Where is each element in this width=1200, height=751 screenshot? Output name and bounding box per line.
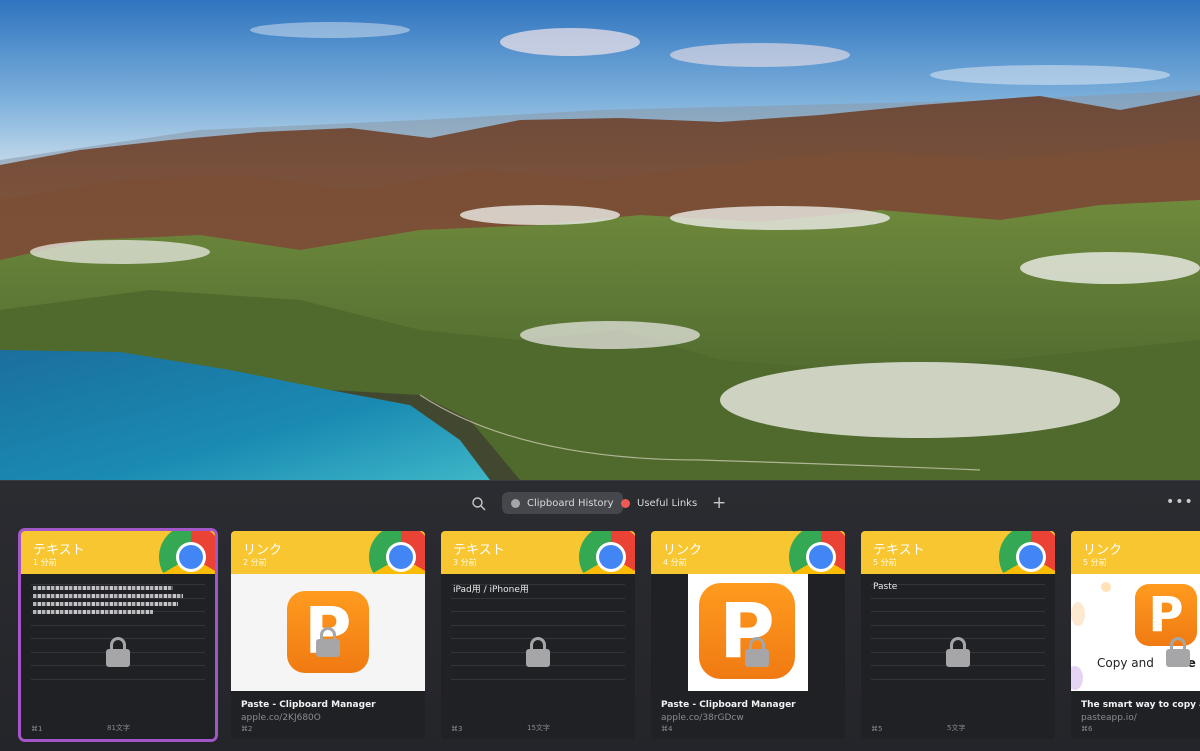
- card-time-label: 3 分前: [453, 558, 477, 567]
- clip-card[interactable]: テキスト 3 分前 iPad用 / iPhone用 ⌘3 15文字: [441, 531, 635, 739]
- link-image-preview: P: [651, 574, 845, 691]
- link-url: apple.co/38rGDcw: [661, 713, 744, 723]
- pinboard-label: Useful Links: [637, 497, 698, 509]
- pinboard-useful-links[interactable]: Useful Links: [612, 492, 706, 514]
- chrome-icon: [789, 531, 845, 574]
- card-type-label: テキスト: [453, 543, 505, 558]
- card-hotkey: ⌘4: [661, 725, 673, 733]
- clip-card[interactable]: テキスト 5 分前 Paste ⌘5 5文字: [861, 531, 1055, 739]
- desktop-wallpaper: [0, 0, 1200, 480]
- card-time-label: 5 分前: [873, 558, 897, 567]
- chrome-icon: [999, 531, 1055, 574]
- decor-dot: [1101, 582, 1111, 592]
- card-time-label: 2 分前: [243, 558, 267, 567]
- card-footer: Paste - Clipboard Manager apple.co/38rGD…: [651, 692, 845, 739]
- clip-card[interactable]: テキスト 1 分前 ⌘1 81文字: [18, 528, 218, 742]
- card-type-label: テキスト: [873, 543, 925, 558]
- card-footer: ⌘1 81文字: [21, 692, 215, 739]
- pinboard-clipboard-history[interactable]: Clipboard History: [502, 492, 623, 514]
- card-text-preview: iPad用 / iPhone用: [441, 574, 635, 693]
- useful-links-dot-icon: [621, 498, 630, 508]
- more-options-button[interactable]: •••: [1166, 491, 1194, 513]
- blurred-text: [33, 582, 203, 617]
- card-char-count: 5文字: [947, 724, 966, 732]
- card-header: テキスト 3 分前: [441, 531, 635, 574]
- card-type-label: リンク: [663, 543, 703, 558]
- card-type-label: リンク: [243, 543, 283, 558]
- card-text-preview: Paste: [861, 574, 1055, 693]
- link-title: The smart way to copy and: [1081, 700, 1200, 710]
- card-header: テキスト 1 分前: [21, 531, 215, 574]
- clipboard-history-dot-icon: [511, 498, 520, 508]
- card-char-count: 15文字: [527, 724, 550, 732]
- website-preview: P Copy and e sm: [1071, 574, 1200, 691]
- decor-dot: [1071, 666, 1083, 690]
- card-type-label: テキスト: [33, 543, 85, 558]
- lock-icon: [316, 627, 340, 657]
- card-footer: ⌘3 15文字: [441, 692, 635, 739]
- card-time-label: 1 分前: [33, 558, 57, 567]
- card-header: リンク 2 分前: [231, 531, 425, 574]
- card-footer: The smart way to copy and pasteapp.io/ ⌘…: [1071, 692, 1200, 739]
- card-hotkey: ⌘2: [241, 725, 253, 733]
- card-header: リンク 5 分前: [1071, 531, 1200, 574]
- paste-panel: Clipboard History Useful Links + ••• テキス…: [0, 480, 1200, 751]
- clip-card[interactable]: リンク 4 分前 P Paste - Clipboard Manager app…: [651, 531, 845, 739]
- lock-icon: [106, 637, 130, 667]
- chrome-icon: [579, 531, 635, 574]
- clip-card[interactable]: リンク 2 分前 P Paste - Clipboard Manager app…: [231, 531, 425, 739]
- clip-card[interactable]: リンク 5 分前 P Copy and e sm The smart way t…: [1071, 531, 1200, 739]
- clipboard-cards: テキスト 1 分前 ⌘1 81文字 リンク 2 分前 P Paste - Cli…: [0, 528, 1200, 742]
- card-header: リンク 4 分前: [651, 531, 845, 574]
- pinboard-label: Clipboard History: [527, 497, 614, 509]
- card-footer: ⌘5 5文字: [861, 692, 1055, 739]
- link-url: apple.co/2KJ680O: [241, 713, 321, 723]
- lock-icon: [946, 637, 970, 667]
- card-hotkey: ⌘1: [31, 725, 43, 733]
- link-image-preview: P: [231, 574, 425, 691]
- clip-text: Paste: [873, 582, 898, 592]
- decor-dot: [1071, 602, 1085, 626]
- card-time-label: 5 分前: [1083, 558, 1107, 567]
- card-hotkey: ⌘5: [871, 725, 883, 733]
- card-header: テキスト 5 分前: [861, 531, 1055, 574]
- lock-icon: [745, 637, 769, 667]
- lock-icon: [1166, 637, 1190, 667]
- chrome-icon: [159, 531, 215, 574]
- toolbar: Clipboard History Useful Links + •••: [0, 491, 1200, 517]
- card-char-count: 81文字: [107, 724, 130, 732]
- link-url: pasteapp.io/: [1081, 713, 1137, 723]
- chrome-icon: [369, 531, 425, 574]
- card-time-label: 4 分前: [663, 558, 687, 567]
- card-hotkey: ⌘3: [451, 725, 463, 733]
- lock-icon: [526, 637, 550, 667]
- search-icon[interactable]: [471, 496, 487, 512]
- card-text-preview: [21, 574, 215, 693]
- link-title: Paste - Clipboard Manager: [241, 700, 376, 710]
- card-footer: Paste - Clipboard Manager apple.co/2KJ68…: [231, 692, 425, 739]
- card-type-label: リンク: [1083, 543, 1123, 558]
- add-pinboard-button[interactable]: +: [712, 491, 726, 515]
- clip-text: iPad用 / iPhone用: [453, 585, 529, 595]
- card-hotkey: ⌘6: [1081, 725, 1093, 733]
- link-title: Paste - Clipboard Manager: [661, 700, 796, 710]
